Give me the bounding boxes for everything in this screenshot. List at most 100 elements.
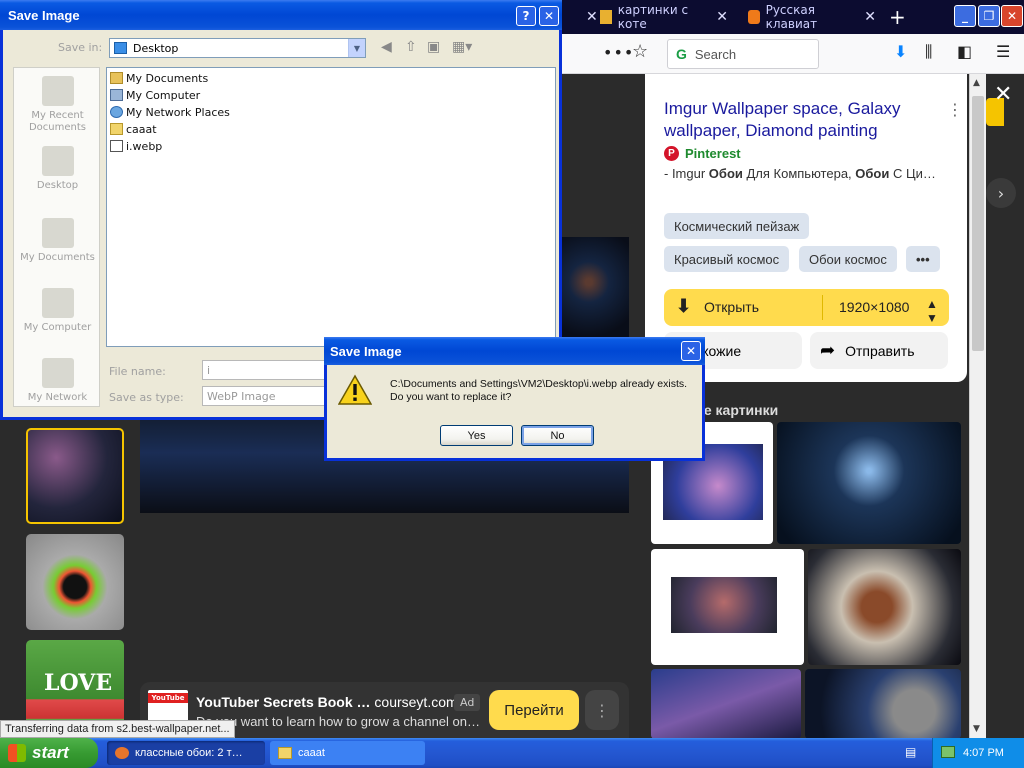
list-item[interactable]: My Network Places <box>110 104 230 120</box>
file-name-field[interactable]: i <box>202 360 327 380</box>
place-my-computer[interactable]: My Computer <box>14 288 101 334</box>
thumbnail-text: LOVE <box>44 670 113 696</box>
place-my-documents[interactable]: My Documents <box>14 218 101 264</box>
places-bar: My Recent Documents Desktop My Documents… <box>13 67 100 407</box>
dialog-title: Save Image <box>8 8 80 23</box>
help-button[interactable]: ? <box>516 6 536 26</box>
new-folder-icon[interactable]: ▣ <box>427 39 440 55</box>
image-info-panel: Imgur Wallpaper space, Galaxy wallpaper,… <box>645 74 967 382</box>
start-button[interactable]: start <box>0 738 98 768</box>
place-desktop[interactable]: Desktop <box>14 146 101 192</box>
sidebar-icon[interactable]: ◧ <box>957 42 972 61</box>
ad-title[interactable]: YouTuber Secrets Book … courseyt.com <box>196 694 458 710</box>
panel-scrollbar[interactable]: ▲ ▼ <box>969 74 986 738</box>
new-tab-button[interactable]: + <box>889 5 906 29</box>
image-snippet: - Imgur Обои Для Компьютера, Обои С Ци… <box>664 166 936 181</box>
similar-image[interactable] <box>805 669 961 739</box>
recent-documents-icon <box>41 76 74 106</box>
tag-chip[interactable]: Красивый космос <box>664 246 790 272</box>
list-item[interactable]: caaat <box>110 121 157 137</box>
file-list[interactable]: My Documents My Computer My Network Plac… <box>106 67 556 347</box>
scroll-down-arrow-icon[interactable]: ▼ <box>973 724 980 734</box>
keyboard-icon[interactable]: ▤ <box>905 745 921 759</box>
image-title-link[interactable]: Imgur Wallpaper space, Galaxy wallpaper,… <box>664 98 944 142</box>
up-folder-icon[interactable]: ⇧ <box>405 39 417 55</box>
hamburger-menu-icon[interactable]: ☰ <box>996 42 1010 61</box>
similar-image[interactable] <box>651 669 801 739</box>
network-tray-icon[interactable] <box>941 746 955 758</box>
similar-image[interactable] <box>808 549 961 665</box>
taskbar-item-folder[interactable]: caaat <box>270 741 425 765</box>
window-close-button[interactable]: ✕ <box>1001 5 1023 27</box>
search-input[interactable]: G Search <box>667 39 819 69</box>
close-viewer-icon[interactable]: ✕ <box>994 82 1012 107</box>
kebab-menu-icon[interactable]: ⋮ <box>947 100 963 119</box>
chevron-down-icon[interactable]: ▼ <box>348 39 365 57</box>
thumbnail-selected[interactable] <box>26 428 124 524</box>
taskbar-item-browser[interactable]: классные обои: 2 т… <box>107 741 265 765</box>
no-button[interactable]: No <box>521 425 594 446</box>
thumbnail[interactable] <box>26 534 124 630</box>
save-in-dropdown[interactable]: Desktop ▼ <box>109 38 366 58</box>
scroll-up-arrow-icon[interactable]: ▲ <box>973 78 980 88</box>
dialog-title-bar[interactable]: Save Image <box>324 337 705 365</box>
network-icon <box>110 106 123 118</box>
image-icon <box>600 10 612 24</box>
tab-label: Русская клавиат <box>765 3 818 31</box>
more-tags-chip[interactable]: ••• <box>906 246 940 272</box>
confirm-replace-dialog: Save Image ✕ C:\Documents and Settings\V… <box>324 337 705 461</box>
clock[interactable]: 4:07 PM <box>963 747 1004 759</box>
dialog-close-button[interactable]: ✕ <box>539 6 559 26</box>
ad-description: Do you want to learn how to grow a chann… <box>196 714 481 729</box>
search-engine-icon: G <box>676 46 687 62</box>
share-arrow-icon: ➦ <box>820 340 836 360</box>
computer-icon <box>110 89 123 101</box>
close-icon[interactable]: ✕ <box>864 9 876 25</box>
close-icon[interactable]: ✕ <box>716 9 728 25</box>
place-recent[interactable]: My Recent Documents <box>14 76 101 134</box>
next-image-arrow-icon[interactable]: › <box>986 178 1016 208</box>
scrollbar-thumb[interactable] <box>972 96 984 351</box>
ad-domain: courseyt.com <box>374 694 458 710</box>
ad-go-button[interactable]: Перейти <box>489 690 579 730</box>
back-icon[interactable]: ◀ <box>381 39 392 55</box>
similar-image[interactable] <box>777 422 961 544</box>
yandex-icon <box>748 10 760 24</box>
save-as-type-label: Save as type: <box>109 391 184 404</box>
desktop-icon <box>114 42 127 54</box>
tag-chip[interactable]: Космический пейзаж <box>664 213 810 239</box>
warning-icon <box>338 374 372 405</box>
bookmark-star-icon[interactable]: ☆ <box>632 41 648 62</box>
save-in-label: Save in: <box>58 41 103 54</box>
list-item[interactable]: i.webp <box>110 138 162 154</box>
maximize-button[interactable]: ❐ <box>978 5 1000 27</box>
share-button[interactable]: ➦ Отправить <box>810 332 948 369</box>
open-label: Открыть <box>704 299 759 315</box>
list-item[interactable]: My Documents <box>110 70 208 86</box>
folder-icon <box>278 747 292 759</box>
save-as-type-dropdown[interactable]: WebP Image <box>202 386 327 406</box>
resolution-select[interactable]: 1920×1080 <box>839 299 909 315</box>
yes-button[interactable]: Yes <box>440 425 513 446</box>
library-icon[interactable]: ⫼ <box>925 42 932 62</box>
list-item[interactable]: My Computer <box>110 87 200 103</box>
page-actions-menu[interactable]: ••• <box>603 43 634 62</box>
dialog-title: Save Image <box>330 344 402 359</box>
confirm-message: C:\Documents and Settings\VM2\Desktop\i.… <box>390 378 688 403</box>
tab-kittens[interactable]: картинки с коте ✕ <box>590 0 738 34</box>
download-icon[interactable]: ⬇ <box>894 42 907 61</box>
tag-chip[interactable]: Обои космос <box>799 246 897 272</box>
open-button[interactable]: ⬇ Открыть 1920×1080 ▲ ▼ <box>664 289 949 326</box>
file-name-label: File name: <box>109 365 166 378</box>
ad-menu-button[interactable]: ⋮ <box>585 690 619 730</box>
updown-arrow-icon: ▲ ▼ <box>926 297 938 325</box>
dialog-close-button[interactable]: ✕ <box>681 341 701 361</box>
view-menu-icon[interactable]: ▦▾ <box>452 39 472 55</box>
source-link[interactable]: P Pinterest <box>664 146 741 161</box>
computer-icon <box>41 288 74 318</box>
similar-image[interactable] <box>651 549 804 665</box>
tab-keyboard[interactable]: Русская клавиат ✕ <box>738 0 886 34</box>
dialog-title-bar[interactable]: Save Image <box>0 0 562 30</box>
place-my-network[interactable]: My Network <box>14 358 101 404</box>
minimize-button[interactable]: _ <box>954 5 976 27</box>
